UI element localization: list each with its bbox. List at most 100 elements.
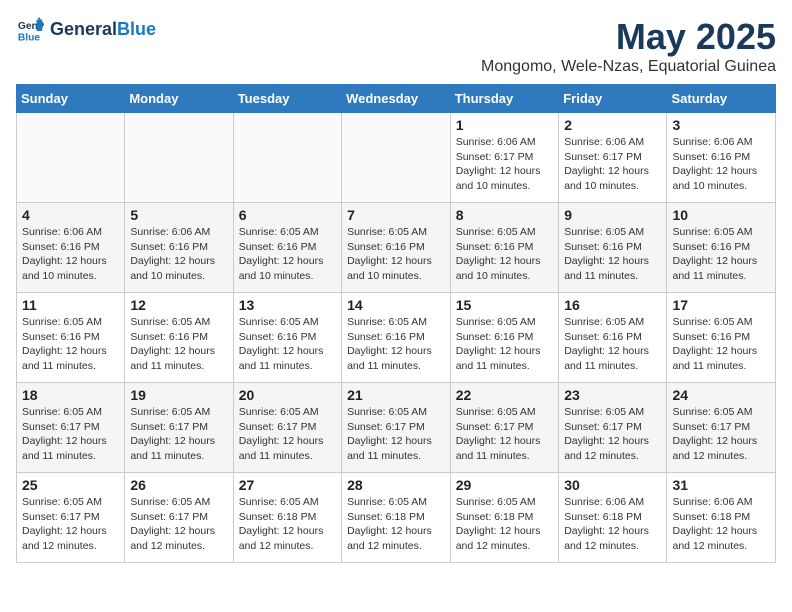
calendar-cell: 28 Sunrise: 6:05 AM Sunset: 6:18 PM Dayli… xyxy=(342,473,451,563)
calendar-cell: 2Sunrise: 6:06 AM Sunset: 6:17 PM Daylig… xyxy=(559,113,667,203)
day-info: Sunrise: 6:05 AM Sunset: 6:18 PM Dayligh… xyxy=(347,495,445,554)
day-number: 7 xyxy=(347,207,445,223)
day-number: 4 xyxy=(22,207,119,223)
calendar-week-row: 4 Sunrise: 6:06 AM Sunset: 6:16 PM Daylig… xyxy=(17,203,776,293)
day-number: 12 xyxy=(130,297,227,313)
calendar-week-row: 25 Sunrise: 6:05 AM Sunset: 6:17 PM Dayli… xyxy=(17,473,776,563)
day-number: 18 xyxy=(22,387,119,403)
calendar-cell xyxy=(125,113,233,203)
day-info: Sunrise: 6:05 AM Sunset: 6:16 PM Dayligh… xyxy=(564,315,661,374)
calendar-cell: 23Sunrise: 6:05 AM Sunset: 6:17 PM Dayli… xyxy=(559,383,667,473)
day-number: 19 xyxy=(130,387,227,403)
day-number: 27 xyxy=(239,477,336,493)
day-info: Sunrise: 6:05 AM Sunset: 6:16 PM Dayligh… xyxy=(672,315,770,374)
svg-text:Blue: Blue xyxy=(18,32,41,43)
day-number: 9 xyxy=(564,207,661,223)
calendar-cell: 6 Sunrise: 6:05 AM Sunset: 6:16 PM Daylig… xyxy=(233,203,341,293)
day-info: Sunrise: 6:06 AM Sunset: 6:18 PM Dayligh… xyxy=(564,495,661,554)
day-info: Sunrise: 6:05 AM Sunset: 6:16 PM Dayligh… xyxy=(456,225,553,284)
day-info: Sunrise: 6:05 AM Sunset: 6:16 PM Dayligh… xyxy=(239,315,336,374)
day-header-saturday: Saturday xyxy=(667,85,776,113)
day-number: 24 xyxy=(672,387,770,403)
day-number: 20 xyxy=(239,387,336,403)
day-number: 15 xyxy=(456,297,553,313)
day-number: 14 xyxy=(347,297,445,313)
calendar-cell: 25Sunrise: 6:05 AM Sunset: 6:17 PM Dayli… xyxy=(17,473,125,563)
calendar-cell xyxy=(17,113,125,203)
day-number: 11 xyxy=(22,297,119,313)
day-number: 3 xyxy=(672,117,770,133)
day-number: 8 xyxy=(456,207,553,223)
day-header-friday: Friday xyxy=(559,85,667,113)
calendar-cell: 7 Sunrise: 6:05 AM Sunset: 6:16 PM Daylig… xyxy=(342,203,451,293)
day-info: Sunrise: 6:06 AM Sunset: 6:16 PM Dayligh… xyxy=(130,225,227,284)
calendar-cell: 21 Sunrise: 6:05 AM Sunset: 6:17 PM Dayli… xyxy=(342,383,451,473)
day-number: 5 xyxy=(130,207,227,223)
day-header-tuesday: Tuesday xyxy=(233,85,341,113)
day-number: 23 xyxy=(564,387,661,403)
day-number: 10 xyxy=(672,207,770,223)
day-info: Sunrise: 6:05 AM Sunset: 6:16 PM Dayligh… xyxy=(347,225,445,284)
calendar-cell: 27 Sunrise: 6:05 AM Sunset: 6:18 PM Dayli… xyxy=(233,473,341,563)
title-section: May 2025 Mongomo, Wele-Nzas, Equatorial … xyxy=(481,16,776,76)
calendar-cell: 24 Sunrise: 6:05 AM Sunset: 6:17 PM Dayli… xyxy=(667,383,776,473)
day-number: 22 xyxy=(456,387,553,403)
calendar-cell: 31Sunrise: 6:06 AM Sunset: 6:18 PM Dayli… xyxy=(667,473,776,563)
calendar-cell: 20 Sunrise: 6:05 AM Sunset: 6:17 PM Dayli… xyxy=(233,383,341,473)
day-number: 1 xyxy=(456,117,553,133)
day-info: Sunrise: 6:05 AM Sunset: 6:17 PM Dayligh… xyxy=(347,405,445,464)
page-header: General Blue GeneralBlue May 2025 Mongom… xyxy=(16,16,776,76)
day-info: Sunrise: 6:05 AM Sunset: 6:16 PM Dayligh… xyxy=(239,225,336,284)
day-info: Sunrise: 6:05 AM Sunset: 6:17 PM Dayligh… xyxy=(456,405,553,464)
calendar-table: SundayMondayTuesdayWednesdayThursdayFrid… xyxy=(16,84,776,563)
day-number: 28 xyxy=(347,477,445,493)
calendar-cell: 26Sunrise: 6:05 AM Sunset: 6:17 PM Dayli… xyxy=(125,473,233,563)
logo: General Blue GeneralBlue xyxy=(16,16,156,44)
calendar-cell: 9 Sunrise: 6:05 AM Sunset: 6:16 PM Daylig… xyxy=(559,203,667,293)
day-info: Sunrise: 6:05 AM Sunset: 6:16 PM Dayligh… xyxy=(564,225,661,284)
day-info: Sunrise: 6:05 AM Sunset: 6:16 PM Dayligh… xyxy=(456,315,553,374)
day-info: Sunrise: 6:06 AM Sunset: 6:16 PM Dayligh… xyxy=(22,225,119,284)
location-subtitle: Mongomo, Wele-Nzas, Equatorial Guinea xyxy=(481,58,776,76)
day-number: 17 xyxy=(672,297,770,313)
day-info: Sunrise: 6:05 AM Sunset: 6:16 PM Dayligh… xyxy=(347,315,445,374)
calendar-cell: 3Sunrise: 6:06 AM Sunset: 6:16 PM Daylig… xyxy=(667,113,776,203)
day-info: Sunrise: 6:05 AM Sunset: 6:17 PM Dayligh… xyxy=(239,405,336,464)
calendar-cell: 16 Sunrise: 6:05 AM Sunset: 6:16 PM Dayli… xyxy=(559,293,667,383)
day-info: Sunrise: 6:05 AM Sunset: 6:16 PM Dayligh… xyxy=(672,225,770,284)
day-number: 31 xyxy=(672,477,770,493)
day-number: 2 xyxy=(564,117,661,133)
day-number: 30 xyxy=(564,477,661,493)
day-info: Sunrise: 6:06 AM Sunset: 6:17 PM Dayligh… xyxy=(456,135,553,194)
calendar-cell: 30 Sunrise: 6:06 AM Sunset: 6:18 PM Dayli… xyxy=(559,473,667,563)
logo-name-line1: GeneralBlue xyxy=(50,20,156,40)
day-number: 25 xyxy=(22,477,119,493)
day-number: 13 xyxy=(239,297,336,313)
calendar-cell: 14 Sunrise: 6:05 AM Sunset: 6:16 PM Dayli… xyxy=(342,293,451,383)
logo-icon: General Blue xyxy=(16,16,44,44)
day-info: Sunrise: 6:05 AM Sunset: 6:18 PM Dayligh… xyxy=(239,495,336,554)
day-info: Sunrise: 6:05 AM Sunset: 6:17 PM Dayligh… xyxy=(130,495,227,554)
calendar-week-row: 1 Sunrise: 6:06 AM Sunset: 6:17 PM Daylig… xyxy=(17,113,776,203)
day-number: 29 xyxy=(456,477,553,493)
day-number: 21 xyxy=(347,387,445,403)
calendar-cell: 11Sunrise: 6:05 AM Sunset: 6:16 PM Dayli… xyxy=(17,293,125,383)
calendar-cell: 18 Sunrise: 6:05 AM Sunset: 6:17 PM Dayli… xyxy=(17,383,125,473)
day-number: 6 xyxy=(239,207,336,223)
month-title: May 2025 xyxy=(481,16,776,58)
day-header-sunday: Sunday xyxy=(17,85,125,113)
calendar-cell: 8 Sunrise: 6:05 AM Sunset: 6:16 PM Daylig… xyxy=(450,203,558,293)
day-header-thursday: Thursday xyxy=(450,85,558,113)
day-info: Sunrise: 6:05 AM Sunset: 6:17 PM Dayligh… xyxy=(22,405,119,464)
calendar-cell: 15 Sunrise: 6:05 AM Sunset: 6:16 PM Dayli… xyxy=(450,293,558,383)
day-info: Sunrise: 6:05 AM Sunset: 6:16 PM Dayligh… xyxy=(130,315,227,374)
day-info: Sunrise: 6:05 AM Sunset: 6:18 PM Dayligh… xyxy=(456,495,553,554)
calendar-cell: 17 Sunrise: 6:05 AM Sunset: 6:16 PM Dayli… xyxy=(667,293,776,383)
day-header-monday: Monday xyxy=(125,85,233,113)
calendar-cell: 10 Sunrise: 6:05 AM Sunset: 6:16 PM Dayli… xyxy=(667,203,776,293)
calendar-cell: 4 Sunrise: 6:06 AM Sunset: 6:16 PM Daylig… xyxy=(17,203,125,293)
day-number: 16 xyxy=(564,297,661,313)
day-info: Sunrise: 6:05 AM Sunset: 6:17 PM Dayligh… xyxy=(672,405,770,464)
calendar-week-row: 18 Sunrise: 6:05 AM Sunset: 6:17 PM Dayli… xyxy=(17,383,776,473)
calendar-cell: 22 Sunrise: 6:05 AM Sunset: 6:17 PM Dayli… xyxy=(450,383,558,473)
